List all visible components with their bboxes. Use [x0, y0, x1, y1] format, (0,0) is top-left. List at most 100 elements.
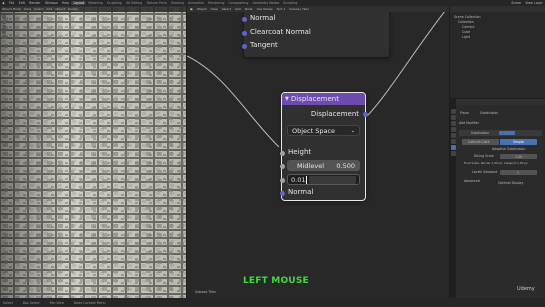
dicing-scale-field[interactable]: 1.00 [500, 154, 537, 159]
menu-help[interactable]: Help [60, 1, 72, 5]
material-selector[interactable]: Subway Tiles [289, 7, 309, 11]
view-layer-selector[interactable]: View Layer [523, 1, 545, 5]
world-tab-icon[interactable] [450, 133, 456, 138]
workspace-tab-uv-editing[interactable]: UV Editing [124, 1, 145, 5]
output-tab-icon[interactable] [450, 121, 456, 126]
advanced-panel-toggle[interactable]: Advanced [464, 179, 480, 183]
scale-field-editing[interactable]: 0.01 [287, 174, 360, 185]
workspace-tab-scripting[interactable]: Scripting [281, 1, 299, 5]
midlevel-socket[interactable] [279, 164, 285, 169]
blender-logo-icon[interactable]: ◆ [0, 1, 7, 5]
workspace-tab-shading[interactable]: Shading [169, 1, 186, 5]
outliner[interactable]: Scene Collection Collection Camera Cube … [450, 6, 545, 98]
modifier-toggle-icons[interactable] [499, 131, 515, 135]
workspace-tab-sculpting[interactable]: Sculpting [105, 1, 124, 5]
normal-socket[interactable] [241, 17, 247, 22]
adaptive-subdivision-checkbox[interactable]: Adaptive Subdivision [492, 147, 525, 151]
material-name-footer: Subway Tiles [195, 290, 216, 294]
normal-input-socket[interactable] [279, 191, 285, 196]
modifier-panel-header[interactable]: Subdivision [459, 130, 542, 136]
menu-window[interactable]: Window [43, 1, 60, 5]
move-tool-icon[interactable] [2, 25, 6, 29]
material-tab-icon[interactable] [450, 151, 456, 156]
displacement-node[interactable]: ▼ Displacement Displacement Object Space… [279, 92, 368, 201]
object-name: Plane [460, 111, 469, 115]
height-label: Height [288, 148, 312, 156]
displacement-output-socket[interactable] [362, 112, 368, 117]
modifier-tab-icon[interactable] [450, 145, 456, 150]
menu-render[interactable]: Render [27, 1, 43, 5]
viewport-menu-select[interactable]: Select [34, 7, 43, 11]
outliner-item-collection[interactable]: Collection [458, 20, 474, 24]
status-pan-view: Pan View [49, 300, 64, 305]
tool-tab-icon[interactable] [450, 109, 456, 114]
simple-tab[interactable]: Simple [500, 139, 537, 145]
properties-editor[interactable]: Plane Subdivision Add Modifier Subdivisi… [450, 99, 545, 298]
ne-menu-add[interactable]: Add [235, 7, 241, 11]
scene-selector[interactable]: Scene [509, 1, 523, 5]
add-modifier-button[interactable]: Add Modifier [459, 121, 479, 125]
ne-menu-select[interactable]: Select [222, 7, 231, 11]
midlevel-field[interactable]: Midlevel 0.500 [287, 160, 360, 171]
workspace-tab-modeling[interactable]: Modeling [86, 1, 105, 5]
modifier-title: Subdivision [480, 111, 499, 115]
tangent-socket[interactable] [241, 44, 247, 49]
final-scale-info: Final Scale: Render 1.00 px, Viewport 1.… [464, 161, 528, 165]
3d-viewport[interactable] [0, 6, 186, 298]
outliner-item-cube[interactable]: Cube [462, 30, 470, 34]
text-selection [309, 175, 356, 184]
render-tab-icon[interactable] [450, 115, 456, 120]
principled-bsdf-node[interactable]: Normal Clearcoat Normal Tangent [241, 6, 389, 57]
modifier-name-field[interactable]: Subdivision [471, 131, 489, 135]
outliner-item-light[interactable]: Light [462, 35, 470, 39]
workspace-tab-compositing[interactable]: Compositing [226, 1, 250, 5]
simple-label: Simple [513, 140, 524, 144]
viewport-menu-object[interactable]: Object [55, 7, 65, 11]
outliner-item-camera[interactable]: Camera [462, 25, 475, 29]
shader-node-editor[interactable]: Normal Clearcoat Normal Tangent ▼ Displa… [187, 6, 449, 298]
scale-socket[interactable] [279, 178, 285, 183]
catmull-clark-tab[interactable]: Catmull-Clark [462, 139, 499, 145]
scene-collection-label: Scene Collection [454, 15, 481, 19]
levels-viewport-field[interactable]: 1 [500, 170, 537, 175]
select-tool-icon[interactable] [2, 15, 6, 19]
clearcoat-normal-socket[interactable] [241, 31, 247, 36]
workspace-tab-layout[interactable]: Layout [71, 1, 87, 5]
height-socket[interactable] [279, 151, 285, 156]
cursor-tool-icon[interactable] [2, 20, 6, 24]
space-value: Object Space [292, 126, 336, 135]
workspace-tab-texture-paint[interactable]: Texture Paint [144, 1, 169, 5]
status-select: Select [3, 300, 13, 305]
rotate-tool-icon[interactable] [2, 30, 6, 34]
properties-header [456, 99, 545, 105]
displacement-node-header[interactable]: ▼ Displacement [282, 93, 365, 105]
slot-selector[interactable]: Slot 1 [277, 7, 286, 11]
outliner-header [450, 6, 545, 12]
menu-edit[interactable]: Edit [17, 1, 28, 5]
use-nodes-toggle[interactable]: Use Nodes [257, 7, 273, 11]
workspace-tab-geometry-nodes[interactable]: Geometry Nodes [250, 1, 281, 5]
workspace-tab-rendering[interactable]: Rendering [206, 1, 226, 5]
scale-tool-icon[interactable] [2, 35, 6, 39]
properties-tab-column [450, 99, 456, 298]
transform-orientation[interactable]: Global [68, 7, 78, 11]
midlevel-label: Midlevel [297, 161, 324, 170]
workspace-tab-animation[interactable]: Animation [186, 1, 206, 5]
mode-selector[interactable]: Object Mode [2, 7, 21, 11]
tangent-label: Tangent [250, 41, 278, 49]
collapse-arrow-icon[interactable]: ▼ [285, 96, 289, 102]
menu-file[interactable]: File [7, 1, 17, 5]
normal-label: Normal [250, 14, 276, 22]
ne-object-selector[interactable]: Object [197, 7, 207, 11]
editor-type-icon[interactable]: ▣ [190, 7, 193, 11]
object-tab-icon[interactable] [450, 139, 456, 144]
scene-tab-icon[interactable] [450, 127, 456, 132]
optimal-display-checkbox[interactable]: Optimal Display [498, 181, 523, 185]
viewport-menu-view[interactable]: View [24, 7, 31, 11]
viewport-menu-add[interactable]: Add [46, 7, 52, 11]
space-dropdown[interactable]: Object Space ⌄ [287, 125, 360, 136]
ne-menu-node[interactable]: Node [245, 7, 253, 11]
text-cursor [306, 175, 308, 184]
viewport-toolbar [2, 14, 7, 40]
ne-menu-view[interactable]: View [211, 7, 218, 11]
